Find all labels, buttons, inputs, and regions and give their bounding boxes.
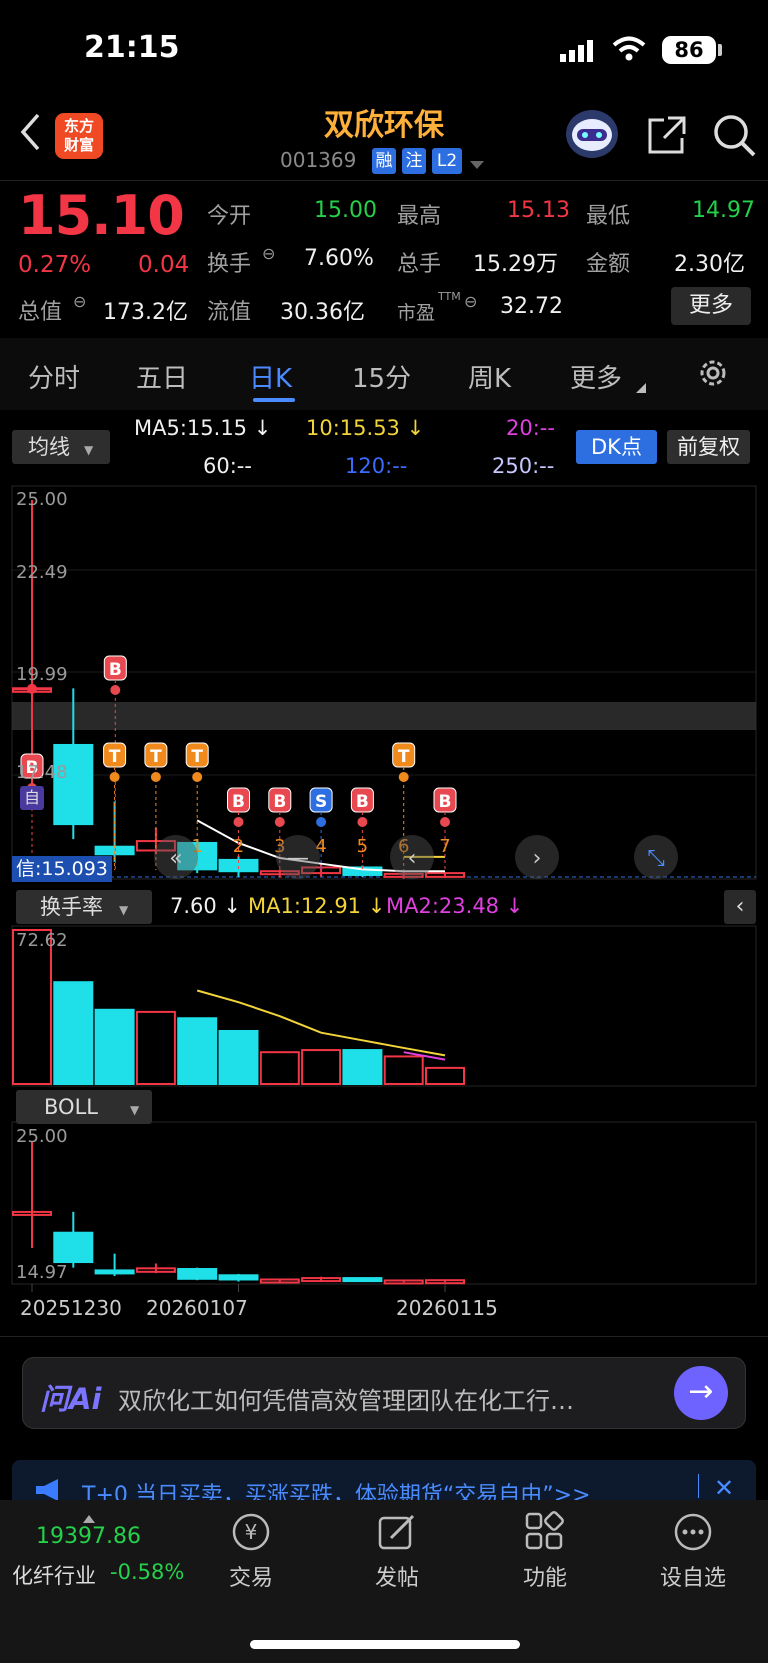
nav-trade-label: 交易 (228, 1566, 273, 1591)
boll-select[interactable]: BOLL ▼ (16, 1090, 152, 1124)
step-number-4: 5 (357, 836, 368, 857)
kline-chart[interactable]: BBT T TB B S BTB1 2 3 4 5 6 7« — ‹ › ⤡ (0, 0, 768, 1340)
date-label-start: 20251230 (20, 1296, 122, 1320)
ai-logo: 问Ai (40, 1382, 102, 1416)
functions-grid-icon (490, 1510, 600, 1560)
turnover-bar-0 (12, 929, 52, 1085)
kline-panel-frame (11, 485, 757, 880)
svg-text:¥: ¥ (245, 1520, 258, 1544)
nav-trade[interactable]: ¥ 交易 (196, 1510, 306, 1592)
signal-price-tag: 信:15.093 (12, 856, 112, 882)
signal-mark-dot-4 (192, 772, 203, 782)
signal-mark-dot-0 (110, 685, 121, 695)
candle-body-1 (53, 743, 94, 826)
signal-mark-5: B (232, 792, 245, 812)
signal-mark-0: B (109, 660, 122, 680)
turnover-bar-10 (425, 1066, 465, 1085)
kline-y-label-4: 17.48 (16, 762, 68, 783)
industry-index-value[interactable]: 19397.86 (36, 1524, 141, 1549)
turnover-ma1-readout: MA1:12.91 ↓ (248, 894, 386, 918)
chart-bottom-divider (0, 1336, 768, 1337)
nav-prev-circle-2-glyph: ‹ (408, 846, 417, 871)
turnover-readout: 7.60 ↓ (170, 894, 242, 918)
turnover-select-caret-icon: ▼ (119, 903, 129, 917)
kline-y-label-3: 19.99 (16, 664, 68, 685)
nav-expand-circle-glyph: ⤡ (647, 846, 665, 871)
signal-mark-dot-10 (440, 817, 450, 827)
signal-mark-6: B (273, 792, 286, 812)
kline-y-label-top: 25.00 (16, 489, 68, 510)
signal-mark-2: T (109, 747, 121, 767)
nav-prev-circle-glyph: « (169, 846, 182, 871)
step-number-1: 2 (233, 836, 244, 857)
nav-post[interactable]: 发帖 (342, 1510, 452, 1592)
date-label-end: 20260115 (396, 1296, 498, 1320)
signal-mark-dot-9 (398, 772, 409, 782)
signal-mark-dot-6 (274, 817, 285, 827)
nav-functions[interactable]: 功能 (490, 1510, 600, 1592)
signal-mark-4: T (191, 747, 203, 767)
turnover-select[interactable]: 换手率 ▼ (16, 890, 152, 924)
turnover-y-label-top: 72.62 (16, 930, 68, 951)
boll-candle-body-1 (53, 1231, 94, 1264)
signal-mark-10: B (439, 792, 452, 812)
promo-close-icon[interactable]: ✕ (714, 1474, 734, 1502)
promo-divider (698, 1474, 699, 1498)
turnover-ma2-readout: MA2:23.48 ↓ (386, 894, 524, 918)
nav-move-circle-glyph: — (287, 846, 309, 871)
turnover-bar-2 (94, 1008, 135, 1085)
resistance-band (12, 702, 756, 730)
signal-mark-dot-8 (357, 817, 368, 827)
turnover-bar-1 (53, 981, 94, 1085)
boll-candle-body-8 (342, 1277, 383, 1283)
signal-mark-9: T (398, 747, 410, 767)
turnover-bar-4 (177, 1017, 218, 1086)
kline-y-label-2: 22.49 (16, 562, 68, 583)
date-label-middle: 20260107 (146, 1296, 248, 1320)
boll-select-caret-icon: ▼ (129, 1103, 140, 1117)
nav-functions-label: 功能 (522, 1566, 567, 1591)
signal-mark-8: B (356, 792, 369, 812)
turnover-bar-9 (383, 1055, 424, 1086)
signal-mark-dot-2 (109, 772, 120, 782)
trade-yen-icon: ¥ (196, 1510, 306, 1560)
ai-send-arrow-icon[interactable]: → (674, 1366, 728, 1420)
turnover-bar-8 (342, 1049, 383, 1085)
boll-select-label: BOLL (44, 1095, 98, 1119)
ai-question-text[interactable]: 双欣化工如何凭借高效管理团队在化工行… (118, 1381, 648, 1416)
nav-add-watchlist[interactable]: 设自选 (638, 1510, 748, 1592)
boll-y-label-bottom: 14.97 (16, 1262, 68, 1283)
boll-candle-body-2 (94, 1269, 135, 1275)
more-dots-icon (638, 1510, 748, 1560)
turnover-bar-3 (135, 1010, 176, 1085)
signal-mark-dot-7 (316, 817, 327, 827)
boll-panel-frame (11, 1121, 757, 1285)
turnover-select-label: 换手率 (40, 895, 103, 919)
turnover-bar-6 (259, 1051, 300, 1085)
collapse-panel-chevron-icon[interactable]: ‹ (724, 890, 756, 924)
industry-index-label[interactable]: 化纤行业 (12, 1560, 96, 1590)
signal-mark-7: S (315, 792, 327, 812)
self-select-mark: 自 (20, 786, 44, 810)
signal-mark-dot-5 (233, 817, 244, 827)
step-number-6: 7 (439, 836, 450, 857)
limit-price-dot (27, 683, 37, 694)
nav-post-label: 发帖 (374, 1566, 419, 1591)
post-edit-icon (342, 1510, 452, 1560)
home-indicator (250, 1640, 520, 1649)
signal-mark-dot-3 (150, 772, 161, 782)
boll-candle-body-5 (218, 1274, 259, 1281)
boll-y-label-top: 25.00 (16, 1126, 68, 1147)
nav-next-circle-glyph: › (533, 846, 542, 871)
turnover-bar-7 (301, 1049, 342, 1085)
nav-add-watchlist-label: 设自选 (659, 1566, 726, 1591)
turnover-bar-5 (218, 1029, 259, 1085)
boll-candle-body-4 (177, 1268, 218, 1280)
signal-mark-3: T (150, 747, 162, 767)
industry-index-change[interactable]: -0.58% (110, 1560, 184, 1584)
